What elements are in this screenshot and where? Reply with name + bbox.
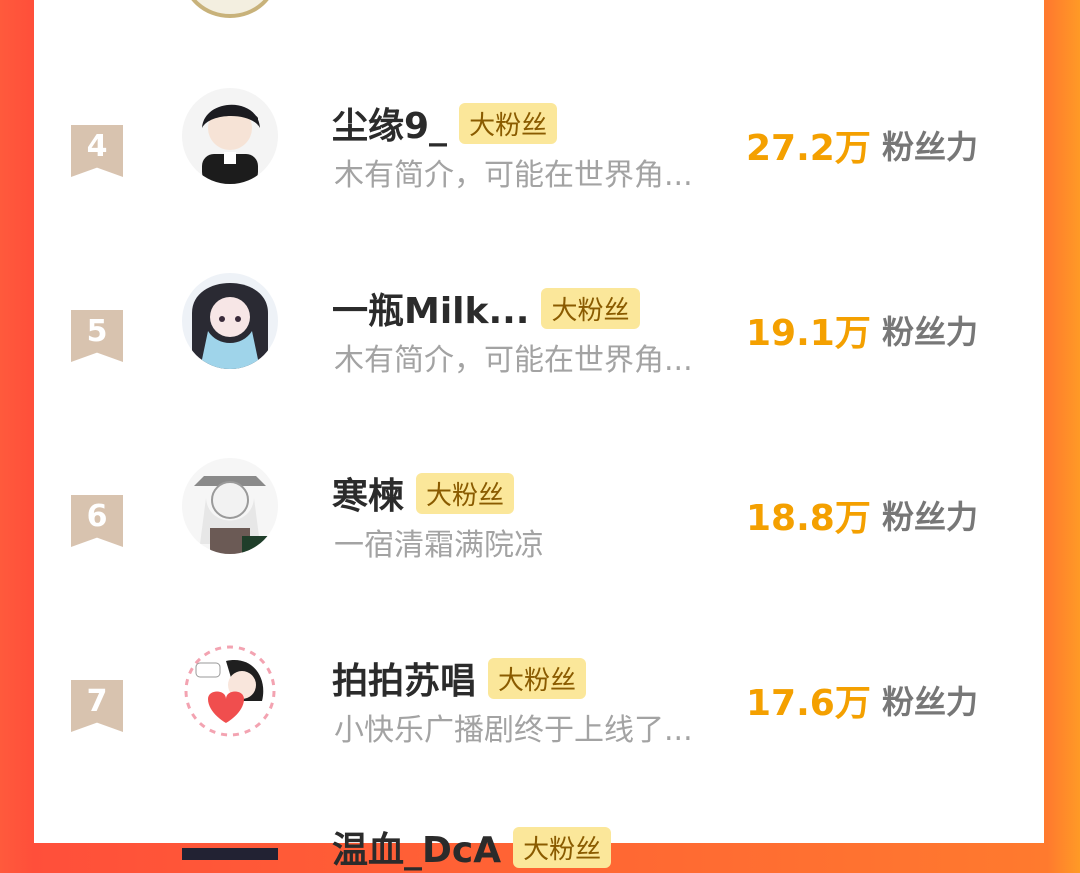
avatar-previous-partial[interactable] [182,0,278,18]
fan-tag: 大粉丝 [513,826,612,868]
user-name[interactable]: 拍拍苏唱 [332,652,476,704]
fan-tag: 大粉丝 [488,657,587,699]
fan-score: 17.6万 [746,683,871,724]
rank-badge: 4 [71,125,123,177]
list-item[interactable]: 6 寒楝 大粉丝 一宿清霜满院凉 18.8万 粉丝力 [34,450,1044,590]
score-label: 粉丝力 [882,683,979,721]
fan-score: 27.2万 [746,128,871,169]
fan-tag: 大粉丝 [459,102,558,144]
user-desc: 木有简介，可能在世界角... [334,158,693,193]
rank-badge: 6 [71,495,123,547]
list-item-partial[interactable]: 温血_DcA 大粉丝 [34,812,1044,871]
list-item[interactable]: 4 尘缘9_ 大粉丝 木有简介，可能在世界角... 27.2万 粉丝力 [34,80,1044,220]
score-label: 粉丝力 [882,313,979,351]
name-line: 一瓶Milk... 大粉丝 [332,282,640,334]
fan-tag: 大粉丝 [541,287,640,329]
list-item[interactable]: 7 拍拍苏唱 大粉丝 小快乐广播剧终于上线了... 17.6万 粉丝力 [34,635,1044,775]
fan-tag: 大粉丝 [416,472,515,514]
score-label: 粉丝力 [882,128,979,166]
rank-badge: 7 [71,680,123,732]
user-desc: 一宿清霜满院凉 [334,528,544,563]
user-name[interactable]: 尘缘9_ [332,97,447,149]
avatar[interactable] [182,88,278,184]
fan-score: 19.1万 [746,313,871,354]
name-line: 温血_DcA 大粉丝 [332,821,612,873]
avatar[interactable] [182,273,278,369]
name-line: 寒楝 大粉丝 [332,467,515,519]
avatar[interactable] [182,820,278,860]
fan-score: 18.8万 [746,498,871,539]
user-name[interactable]: 温血_DcA [332,821,501,873]
user-name[interactable]: 寒楝 [332,467,404,519]
name-line: 尘缘9_ 大粉丝 [332,97,558,149]
user-desc: 木有简介，可能在世界角... [334,343,693,378]
user-desc: 小快乐广播剧终于上线了... [334,713,693,748]
score-label: 粉丝力 [882,498,979,536]
name-line: 拍拍苏唱 大粉丝 [332,652,587,704]
leaderboard-card: 4 尘缘9_ 大粉丝 木有简介，可能在世界角... 27.2万 粉丝力 5 一瓶… [34,0,1044,871]
list-item[interactable]: 5 一瓶Milk... 大粉丝 木有简介，可能在世界角... 19.1万 粉丝力 [34,265,1044,405]
avatar[interactable] [182,458,278,554]
avatar[interactable] [182,643,278,739]
rank-badge: 5 [71,310,123,362]
user-name[interactable]: 一瓶Milk... [332,282,529,334]
